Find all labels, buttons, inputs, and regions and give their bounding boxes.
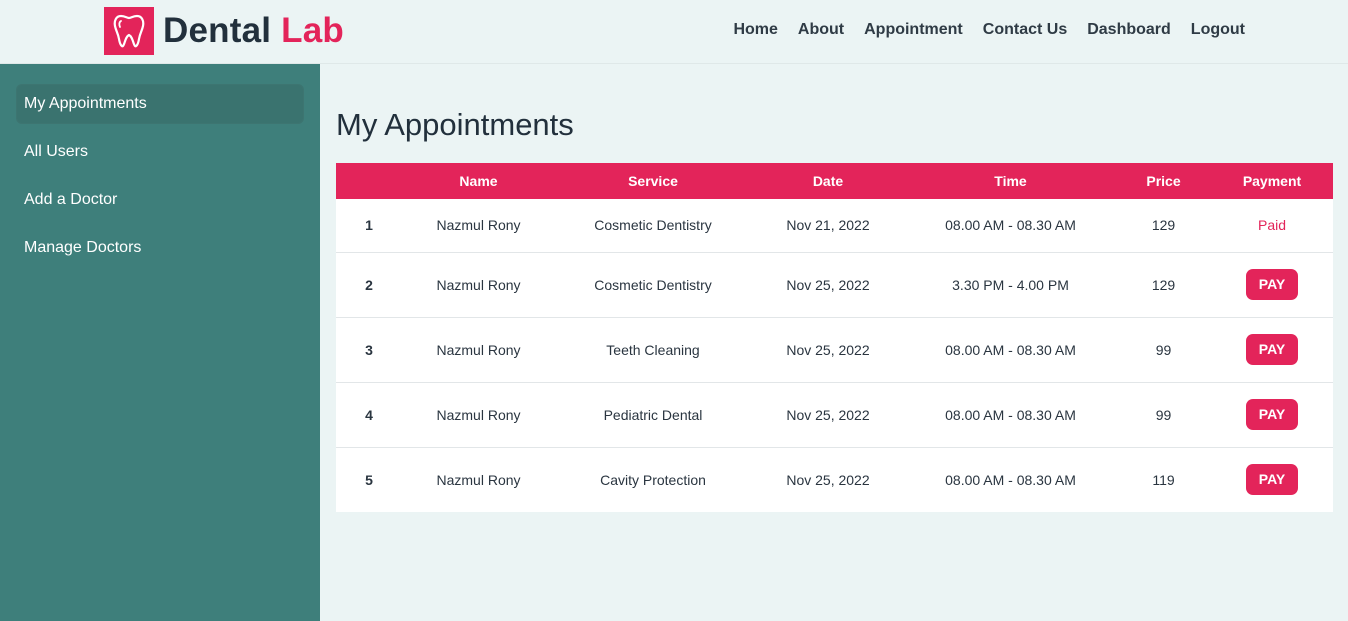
nav-appointment-link[interactable]: Appointment [864, 21, 963, 39]
row-service: Cosmetic Dentistry [594, 217, 712, 234]
row-payment: PAY [1211, 382, 1333, 447]
col-header-date: Date [812, 173, 844, 189]
brand[interactable]: Dental Lab [104, 7, 344, 55]
pay-button[interactable]: PAY [1246, 399, 1298, 430]
nav-contact-link[interactable]: Contact Us [983, 21, 1067, 39]
row-date: Nov 25, 2022 [786, 341, 870, 358]
row-service: Cosmetic Dentistry [594, 276, 712, 293]
row-payment: Paid [1211, 199, 1333, 252]
brand-word-lab: Lab [281, 11, 344, 50]
table-row: 1 Nazmul Rony Cosmetic Dentistry Nov 21,… [336, 199, 1333, 252]
nav-about-link[interactable]: About [798, 21, 844, 39]
nav-dashboard-link[interactable]: Dashboard [1087, 21, 1171, 39]
sidebar-item-my-appointments[interactable]: My Appointments [16, 84, 304, 124]
pay-button[interactable]: PAY [1246, 334, 1298, 365]
row-index: 4 [365, 406, 373, 423]
row-payment: PAY [1211, 252, 1333, 317]
table-row: 4 Nazmul Rony Pediatric Dental Nov 25, 2… [336, 382, 1333, 447]
row-price: 129 [1151, 276, 1176, 293]
main-nav: Home About Appointment Contact Us Dashbo… [733, 21, 1245, 39]
row-time: 08.00 AM - 08.30 AM [945, 341, 1076, 358]
row-index: 1 [365, 217, 373, 234]
pay-button[interactable]: PAY [1246, 464, 1298, 496]
row-time: 08.00 AM - 08.30 AM [945, 406, 1076, 423]
row-price: 119 [1152, 471, 1175, 488]
row-date: Nov 25, 2022 [786, 471, 870, 488]
row-service: Pediatric Dental [603, 406, 703, 423]
row-date: Nov 21, 2022 [786, 217, 870, 234]
brand-name: Dental Lab [163, 7, 344, 55]
main-content: My Appointments Name Service Date Time P… [336, 64, 1333, 512]
nav-home-link[interactable]: Home [733, 21, 777, 39]
row-service: Teeth Cleaning [606, 341, 700, 358]
nav-logout-link[interactable]: Logout [1191, 21, 1245, 39]
col-header-index [336, 163, 402, 199]
row-name: Nazmul Rony [436, 406, 521, 423]
top-navbar: Dental Lab Home About Appointment Contac… [0, 0, 1348, 64]
row-payment: PAY [1211, 447, 1333, 512]
col-header-time: Time [994, 173, 1027, 189]
sidebar-item-manage-doctors[interactable]: Manage Doctors [16, 228, 304, 268]
page-title: My Appointments [336, 107, 574, 142]
col-header-service: Service [628, 173, 678, 189]
row-time: 3.30 PM - 4.00 PM [952, 276, 1069, 293]
sidebar: My Appointments All Users Add a Doctor M… [0, 64, 320, 621]
tooth-icon [104, 7, 154, 55]
table-row: 2 Nazmul Rony Cosmetic Dentistry Nov 25,… [336, 252, 1333, 317]
row-price: 99 [1155, 341, 1172, 358]
paid-status: Paid [1257, 217, 1287, 234]
table-row: 3 Nazmul Rony Teeth Cleaning Nov 25, 202… [336, 317, 1333, 382]
pay-button[interactable]: PAY [1246, 269, 1298, 300]
row-index: 2 [365, 276, 373, 293]
row-name: Nazmul Rony [436, 341, 521, 358]
brand-word-dental: Dental [163, 11, 272, 50]
row-index: 5 [365, 471, 373, 488]
table-row: 5 Nazmul Rony Cavity Protection Nov 25, … [336, 447, 1333, 512]
row-price: 99 [1155, 406, 1172, 423]
row-name: Nazmul Rony [436, 217, 521, 234]
row-time: 08.00 AM - 08.30 AM [945, 217, 1076, 234]
table-header-row: Name Service Date Time Price Payment [336, 163, 1333, 199]
col-header-price: Price [1146, 173, 1181, 189]
col-header-name: Name [459, 173, 498, 189]
row-date: Nov 25, 2022 [786, 276, 870, 293]
row-date: Nov 25, 2022 [786, 406, 870, 423]
row-name: Nazmul Rony [436, 276, 521, 293]
col-header-payment: Payment [1242, 173, 1302, 189]
row-payment: PAY [1211, 317, 1333, 382]
appointments-table: Name Service Date Time Price Payment 1 N… [336, 163, 1333, 512]
row-time: 08.00 AM - 08.30 AM [945, 471, 1076, 488]
sidebar-item-all-users[interactable]: All Users [16, 132, 304, 172]
row-price: 129 [1151, 217, 1176, 234]
row-name: Nazmul Rony [436, 471, 521, 488]
sidebar-item-add-doctor[interactable]: Add a Doctor [16, 180, 304, 220]
row-service: Cavity Protection [600, 471, 706, 488]
row-index: 3 [365, 341, 373, 358]
